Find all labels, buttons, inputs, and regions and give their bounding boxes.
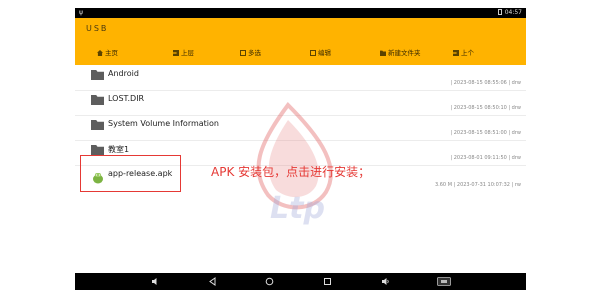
previous-button[interactable]: 上个: [453, 46, 474, 60]
file-meta: | 2023-08-15 08:55:06 | drw: [450, 80, 521, 86]
screenshot-icon[interactable]: [437, 277, 451, 286]
multi-select-button[interactable]: 多选: [240, 46, 261, 60]
annotation-text: APK 安装包，点击进行安装；: [211, 165, 371, 179]
new-folder-icon: [380, 50, 386, 56]
volume-down-icon[interactable]: [151, 277, 160, 286]
home-button[interactable]: 主页: [97, 46, 118, 60]
file-name: Android: [108, 69, 139, 78]
recents-icon[interactable]: [323, 277, 332, 286]
file-meta: | 2023-08-15 08:50:10 | drw: [450, 105, 521, 111]
file-meta: | 2023-08-01 09:11:50 | drw: [450, 155, 521, 161]
edit-button[interactable]: 编辑: [310, 46, 331, 60]
up-level-icon: [173, 50, 179, 56]
folder-icon: [91, 70, 104, 80]
multi-select-icon: [240, 50, 246, 56]
file-name: LOST.DIR: [108, 94, 145, 103]
back-icon[interactable]: [208, 277, 217, 286]
status-time: 04:57: [504, 9, 522, 16]
app-bar: USB 主页 上层 多选 编辑 新建文件夹 上个: [75, 18, 526, 65]
list-item[interactable]: Android | 2023-08-15 08:55:06 | drw: [75, 65, 526, 91]
tablet-screen: ψ 04:57 USB 主页 上层 多选 编辑 新建文件夹 上个 Android…: [75, 8, 526, 290]
nav-bar: [75, 273, 526, 290]
home-circle-icon[interactable]: [265, 277, 274, 286]
home-icon: [97, 50, 103, 56]
file-name: System Volume Information: [108, 119, 219, 128]
list-item[interactable]: LOST.DIR | 2023-08-15 08:50:10 | drw: [75, 90, 526, 116]
new-folder-button[interactable]: 新建文件夹: [380, 46, 421, 60]
list-item[interactable]: System Volume Information | 2023-08-15 0…: [75, 115, 526, 141]
battery-icon: [497, 9, 502, 15]
file-name: 教室1: [108, 145, 130, 154]
highlight-box: [80, 155, 181, 192]
status-bar: ψ 04:57: [75, 8, 526, 18]
svg-text:Ltp: Ltp: [270, 191, 325, 226]
toolbar: 主页 上层 多选 编辑 新建文件夹 上个: [75, 46, 526, 60]
previous-icon: [453, 50, 459, 56]
usb-debug-icon: ψ: [79, 9, 83, 16]
up-level-button[interactable]: 上层: [173, 46, 194, 60]
page-title: USB: [86, 24, 109, 33]
folder-icon: [91, 145, 104, 155]
volume-up-icon[interactable]: [381, 277, 390, 286]
folder-icon: [91, 120, 104, 130]
file-meta: | 2023-08-15 08:51:00 | drw: [450, 130, 521, 136]
edit-icon: [310, 50, 316, 56]
file-meta: 3.60 M | 2023-07-31 10:07:32 | rw: [434, 182, 521, 188]
folder-icon: [91, 95, 104, 105]
